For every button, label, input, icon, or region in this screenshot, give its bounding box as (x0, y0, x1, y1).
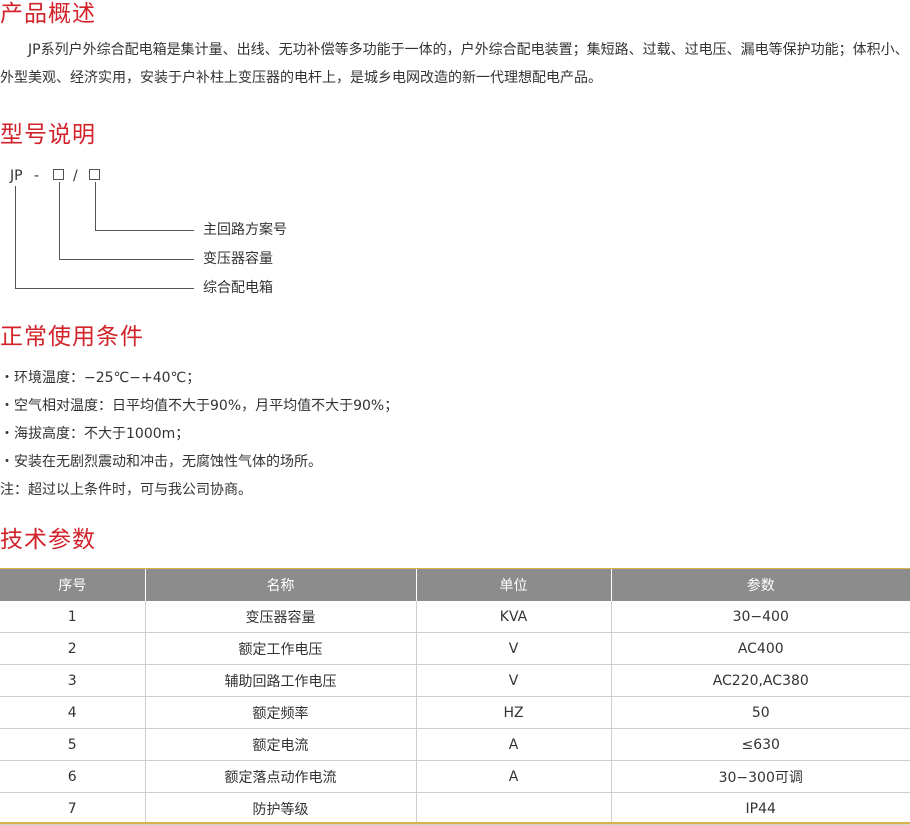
overview-heading: 产品概述 (0, 1, 96, 27)
table-row: 7 防护等级 IP44 (0, 792, 910, 825)
connector-code-vertical (15, 186, 16, 288)
tech-params-table: 序号 名称 单位 参数 1 变压器容量 KVA 30−400 2 额定工作电压 … (0, 569, 910, 825)
cell-index: 1 (0, 601, 145, 633)
cell-value: 50 (610, 696, 910, 729)
model-slash: / (73, 168, 78, 184)
cell-index: 5 (0, 728, 145, 761)
connector-code-horizontal (15, 288, 194, 289)
cell-index: 3 (0, 664, 145, 697)
model-label-box: 综合配电箱 (203, 280, 273, 296)
cell-index: 7 (0, 792, 145, 825)
model-code: JP (10, 168, 23, 184)
condition-item-temperature: ・环境温度：−25℃−+40℃； (0, 370, 201, 386)
condition-item-humidity: ・空气相对温度：日平均值不大于90%，月平均值不大于90%； (0, 398, 399, 414)
cell-name: 辅助回路工作电压 (144, 664, 416, 697)
col-header-index: 序号 (58, 578, 87, 594)
tech-heading: 技术参数 (0, 527, 96, 553)
table-row: 1 变压器容量 KVA 30−400 (0, 601, 910, 633)
cell-unit: A (415, 760, 611, 793)
cell-index: 2 (0, 632, 145, 665)
connector-capacity-horizontal (59, 259, 194, 260)
cell-unit (415, 792, 611, 825)
cell-unit: V (415, 664, 611, 697)
cell-value: ≤630 (610, 728, 910, 761)
model-diagram: JP - / 主回路方案号 变压器容量 综合配电箱 (0, 160, 320, 300)
cell-name: 额定频率 (144, 696, 416, 729)
model-dash: - (34, 168, 40, 184)
model-box-capacity (53, 169, 64, 180)
model-label-capacity: 变压器容量 (203, 251, 273, 267)
cell-unit: V (415, 632, 611, 665)
cell-name: 变压器容量 (144, 601, 416, 633)
col-header-unit: 单位 (415, 569, 611, 601)
table-row: 2 额定工作电压 V AC400 (0, 632, 910, 665)
table-row: 6 额定落点动作电流 A 30−300可调 (0, 760, 910, 793)
table-header-row: 序号 名称 单位 参数 (0, 569, 910, 601)
table-row: 4 额定频率 HZ 50 (0, 696, 910, 729)
condition-item-altitude: ・海拔高度：不大于1000m； (0, 426, 190, 442)
connector-scheme-vertical (95, 182, 96, 230)
col-header-name: 名称 (144, 569, 416, 601)
cell-value: 30−300可调 (610, 760, 910, 793)
conditions-note: 注：超过以上条件时，可与我公司协商。 (0, 482, 252, 498)
cell-name: 防护等级 (144, 792, 416, 825)
model-box-scheme (89, 169, 100, 180)
cell-name: 额定电流 (144, 728, 416, 761)
connector-scheme-horizontal (95, 230, 194, 231)
cell-value: IP44 (610, 792, 910, 825)
model-heading: 型号说明 (0, 122, 96, 148)
overview-text: JP系列户外综合配电箱是集计量、出线、无功补偿等多功能于一体的，户外综合配电装置… (0, 42, 909, 86)
table-row: 5 额定电流 A ≤630 (0, 728, 910, 761)
cell-unit: KVA (415, 601, 611, 633)
model-label-scheme: 主回路方案号 (203, 222, 287, 238)
conditions-heading: 正常使用条件 (0, 324, 144, 350)
connector-capacity-vertical (59, 182, 60, 259)
cell-value: AC220,AC380 (610, 664, 910, 697)
condition-item-installation: ・安装在无剧烈震动和冲击，无腐蚀性气体的场所。 (0, 454, 322, 470)
col-header-value: 参数 (610, 569, 910, 601)
cell-value: AC400 (610, 632, 910, 665)
cell-unit: A (415, 728, 611, 761)
cell-name: 额定工作电压 (144, 632, 416, 665)
cell-unit: HZ (415, 696, 611, 729)
cell-value: 30−400 (610, 601, 910, 633)
table-row: 3 辅助回路工作电压 V AC220,AC380 (0, 664, 910, 697)
cell-name: 额定落点动作电流 (144, 760, 416, 793)
overview-paragraph: JP系列户外综合配电箱是集计量、出线、无功补偿等多功能于一体的，户外综合配电装置… (0, 36, 910, 92)
cell-index: 4 (0, 696, 145, 729)
cell-index: 6 (0, 760, 145, 793)
